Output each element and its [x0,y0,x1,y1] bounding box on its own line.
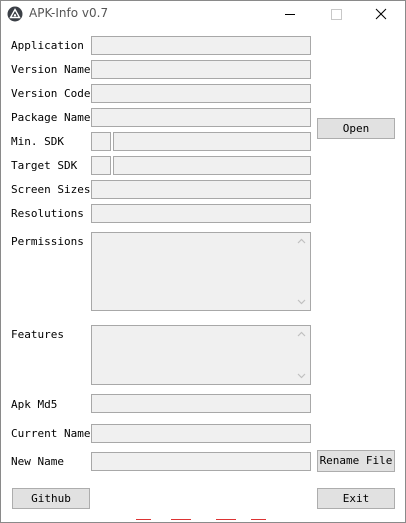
rename-file-button[interactable]: Rename File [317,450,395,472]
permissions-label: Permissions [11,235,84,248]
permissions-scrollbar[interactable] [294,233,310,310]
maximize-button[interactable] [313,1,359,28]
version-name-label: Version Name [11,63,91,76]
new-name-label: New Name [11,455,64,468]
resolutions-label: Resolutions [11,207,84,220]
min-sdk-field[interactable] [91,132,111,151]
version-code-field[interactable] [91,84,311,103]
current-name-label: Current Name [11,427,91,440]
close-button[interactable] [359,1,405,28]
target-sdk-label: Target SDK [11,159,78,172]
package-name-label: Package Name [11,111,91,124]
maximize-icon [331,9,342,20]
app-logo-icon [7,6,23,22]
minimize-button[interactable] [267,1,313,28]
features-textarea[interactable] [91,325,311,385]
new-name-field[interactable] [91,452,311,471]
permissions-textarea[interactable] [91,232,311,311]
scroll-down-icon[interactable] [297,373,306,379]
min-sdk-label: Min. SDK [11,135,64,148]
application-field[interactable] [91,36,311,55]
features-label: Features [11,328,64,341]
apk-md5-label: Apk Md5 [11,398,58,411]
open-button[interactable]: Open [317,118,395,139]
title-bar[interactable]: APK-Info v0.7 [1,1,405,28]
exit-button[interactable]: Exit [317,488,395,509]
close-icon [375,8,387,20]
target-sdk-detail-field[interactable] [113,156,311,175]
resolutions-field[interactable] [91,204,311,223]
screen-sizes-field[interactable] [91,180,311,199]
version-code-label: Version Code [11,87,91,100]
target-sdk-field[interactable] [91,156,111,175]
scroll-up-icon[interactable] [297,238,306,244]
apk-md5-field[interactable] [91,394,311,413]
background-bleed-decoration [136,519,266,520]
app-window: APK-Info v0.7 Application Version Name V… [0,0,406,523]
window-title: APK-Info v0.7 [29,6,109,20]
screen-sizes-label: Screen Sizes [11,183,91,196]
scroll-up-icon[interactable] [297,331,306,337]
version-name-field[interactable] [91,60,311,79]
minimize-icon [285,14,295,15]
current-name-field[interactable] [91,424,311,443]
min-sdk-detail-field[interactable] [113,132,311,151]
package-name-field[interactable] [91,108,311,127]
github-button[interactable]: Github [12,488,90,509]
application-label: Application [11,39,84,52]
features-scrollbar[interactable] [294,326,310,384]
scroll-down-icon[interactable] [297,299,306,305]
